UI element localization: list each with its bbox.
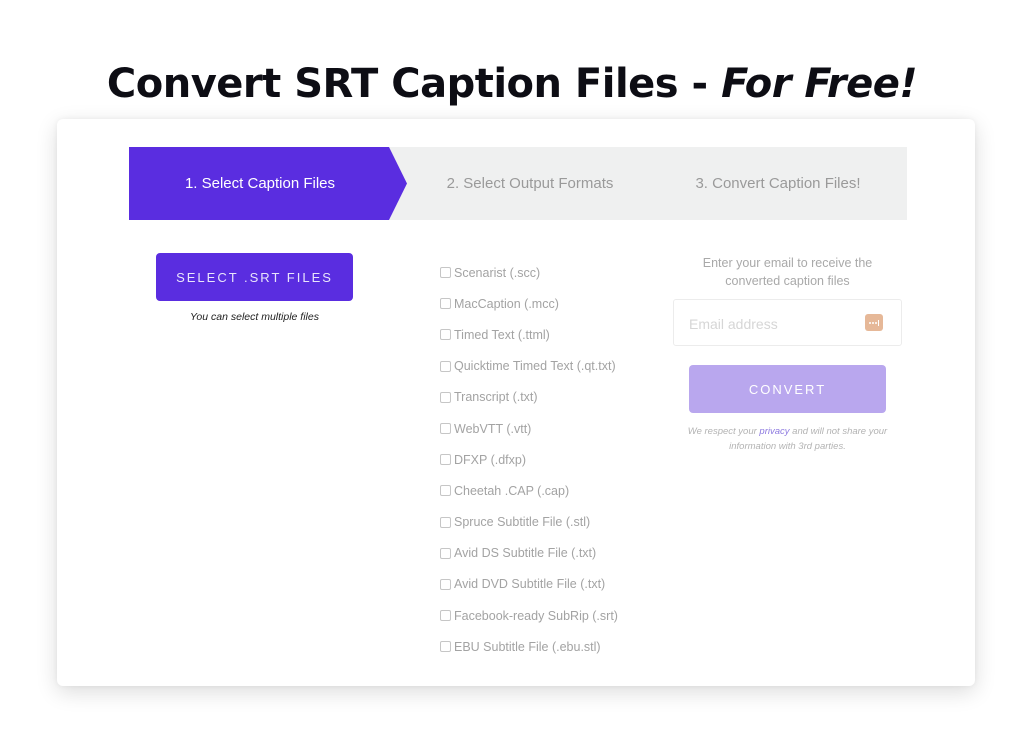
format-label: DFXP (.dfxp)	[454, 452, 527, 467]
format-label: Quicktime Timed Text (.qt.txt)	[454, 359, 616, 374]
steps-progress-bar: 1. Select Caption Files 2. Select Output…	[129, 147, 907, 220]
step-3-convert-caption-files: 3. Convert Caption Files!	[695, 175, 861, 192]
format-label: Avid DVD Subtitle File (.txt)	[454, 577, 606, 592]
select-srt-files-button[interactable]: SELECT .SRT FILES	[156, 253, 353, 301]
format-label: Scenarist (.scc)	[454, 265, 541, 280]
format-option-quicktime[interactable]: Quicktime Timed Text (.qt.txt)	[440, 351, 618, 382]
format-option-maccaption[interactable]: MacCaption (.mcc)	[440, 288, 618, 319]
format-option-avid-dvd[interactable]: Avid DVD Subtitle File (.txt)	[440, 569, 618, 600]
output-formats-list: Scenarist (.scc) MacCaption (.mcc) Timed…	[440, 257, 618, 662]
format-label: WebVTT (.vtt)	[454, 421, 532, 436]
checkbox[interactable]	[440, 454, 451, 466]
checkbox[interactable]	[440, 391, 451, 403]
format-label: EBU Subtitle File (.ebu.stl)	[454, 639, 601, 654]
format-label: Cheetah .CAP (.cap)	[454, 483, 570, 498]
page-title-emphasis: For Free!	[721, 60, 918, 107]
checkbox[interactable]	[440, 547, 451, 559]
format-option-dfxp[interactable]: DFXP (.dfxp)	[440, 444, 618, 475]
checkbox[interactable]	[440, 578, 451, 590]
format-label: Avid DS Subtitle File (.txt)	[454, 546, 597, 561]
checkbox[interactable]	[440, 485, 451, 497]
privacy-text-before: We respect your	[687, 426, 760, 437]
checkbox[interactable]	[440, 329, 451, 341]
format-option-webvtt[interactable]: WebVTT (.vtt)	[440, 413, 618, 444]
format-option-facebook-srt[interactable]: Facebook-ready SubRip (.srt)	[440, 600, 618, 631]
format-option-spruce-stl[interactable]: Spruce Subtitle File (.stl)	[440, 507, 618, 538]
step-1-select-caption-files: 1. Select Caption Files	[184, 175, 336, 192]
privacy-link[interactable]: privacy	[759, 426, 789, 437]
format-label: Transcript (.txt)	[454, 390, 538, 405]
format-option-cheetah-cap[interactable]: Cheetah .CAP (.cap)	[440, 475, 618, 506]
email-input[interactable]	[674, 300, 871, 347]
password-manager-dots-icon[interactable]	[865, 314, 883, 331]
multiple-files-hint: You can select multiple files	[190, 311, 319, 323]
format-option-transcript[interactable]: Transcript (.txt)	[440, 382, 618, 413]
page-title: Convert SRT Caption Files - For Free!	[0, 61, 1024, 107]
format-label: MacCaption (.mcc)	[454, 296, 559, 311]
page-title-main: Convert SRT Caption Files -	[106, 60, 722, 107]
privacy-notice: We respect your privacy and will not sha…	[680, 424, 895, 454]
convert-button[interactable]: CONVERT	[689, 365, 886, 413]
checkbox[interactable]	[440, 360, 451, 372]
checkbox[interactable]	[440, 298, 451, 310]
format-option-timed-text[interactable]: Timed Text (.ttml)	[440, 319, 618, 350]
checkbox[interactable]	[440, 516, 451, 528]
format-label: Timed Text (.ttml)	[454, 327, 550, 342]
format-option-scenarist[interactable]: Scenarist (.scc)	[440, 257, 618, 288]
checkbox[interactable]	[440, 423, 451, 435]
checkbox[interactable]	[440, 641, 451, 653]
format-option-ebu-stl[interactable]: EBU Subtitle File (.ebu.stl)	[440, 631, 618, 662]
format-label: Spruce Subtitle File (.stl)	[454, 515, 591, 530]
checkbox[interactable]	[440, 610, 451, 622]
format-option-avid-ds[interactable]: Avid DS Subtitle File (.txt)	[440, 538, 618, 569]
email-field[interactable]	[673, 299, 902, 347]
step-2-select-output-formats: 2. Select Output Formats	[446, 175, 614, 192]
email-instructions: Enter your email to receive the converte…	[702, 256, 873, 288]
checkbox[interactable]	[440, 267, 451, 279]
format-label: Facebook-ready SubRip (.srt)	[454, 608, 618, 623]
